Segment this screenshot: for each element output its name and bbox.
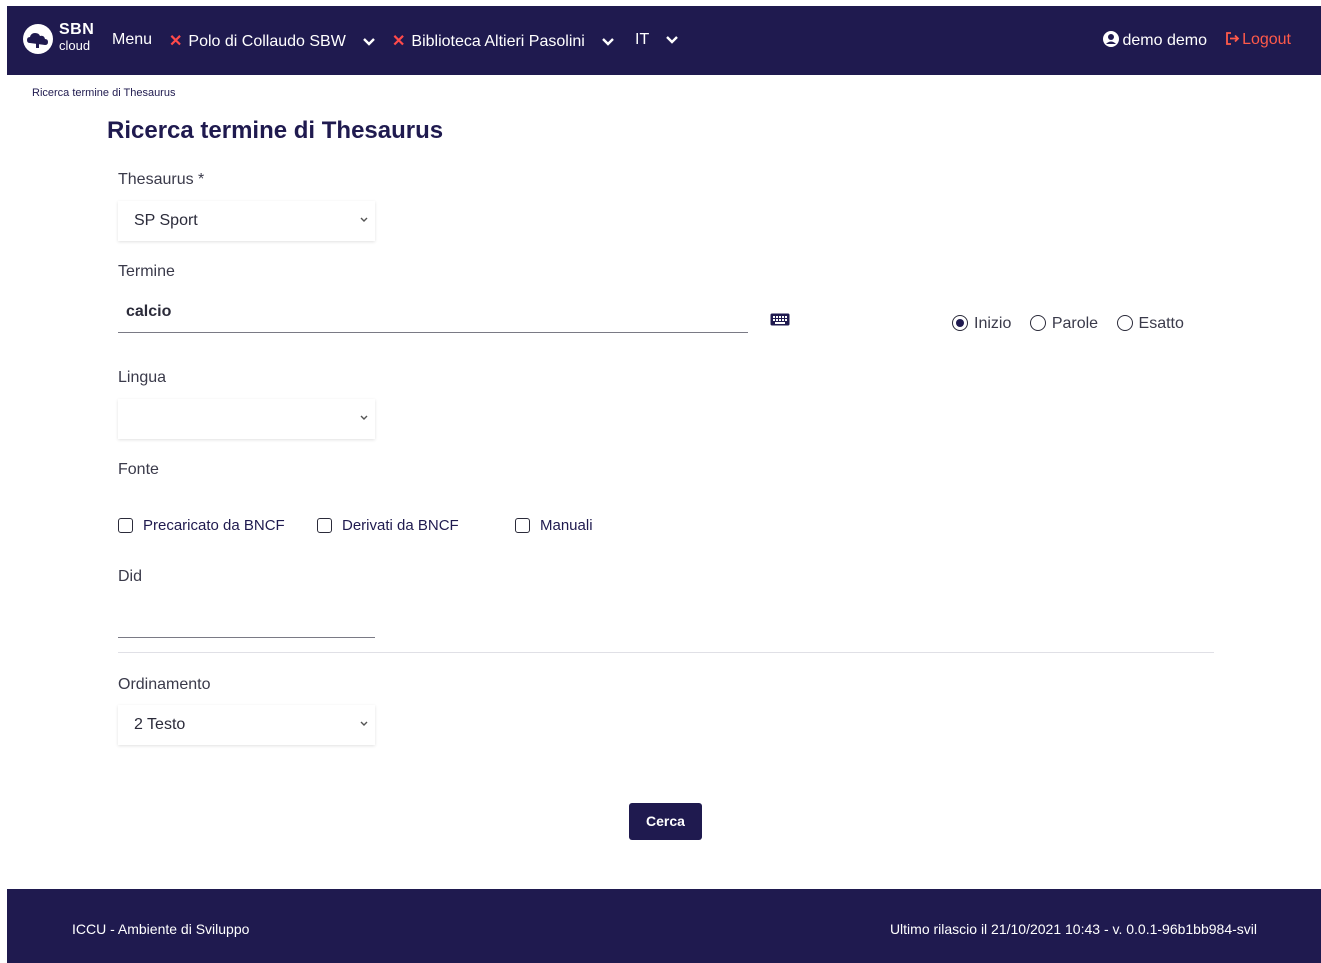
remove-biblioteca-icon[interactable]: ✕ xyxy=(392,33,405,50)
logout-button[interactable]: Logout xyxy=(1225,31,1291,49)
checkbox-derivati[interactable]: Derivati da BNCF xyxy=(317,517,459,534)
divider xyxy=(118,652,1214,653)
radio-inizio-label: Inizio xyxy=(974,315,1012,332)
language-label: IT xyxy=(635,31,649,48)
chevron-down-icon xyxy=(360,217,368,222)
logout-label: Logout xyxy=(1242,31,1291,48)
biblioteca-label: Biblioteca Altieri Pasolini xyxy=(411,33,585,50)
fonte-label: Fonte xyxy=(118,461,159,478)
menu-button[interactable]: Menu xyxy=(112,31,152,49)
radio-indicator xyxy=(1116,315,1133,331)
ordinamento-value: 2 Testo xyxy=(134,716,186,733)
match-mode-radio-group: Inizio Parole Esatto xyxy=(952,315,1198,333)
user-menu[interactable]: demo demo xyxy=(1102,31,1208,50)
polo-label: Polo di Collaudo SBW xyxy=(188,33,346,50)
lingua-select[interactable] xyxy=(118,399,375,439)
breadcrumb[interactable]: Ricerca termine di Thesaurus xyxy=(32,87,175,99)
radio-parole[interactable]: Parole xyxy=(1029,315,1099,333)
language-selector[interactable]: IT xyxy=(635,31,679,49)
logo-cloud-text: cloud xyxy=(59,38,91,53)
thesaurus-value: SP Sport xyxy=(134,212,198,229)
chevron-down-icon xyxy=(602,37,615,46)
checkbox-indicator xyxy=(515,518,530,533)
user-circle-icon xyxy=(1102,31,1119,47)
thesaurus-select[interactable]: SP Sport xyxy=(118,201,375,241)
radio-selected-indicator xyxy=(952,315,968,331)
radio-indicator xyxy=(1029,315,1046,331)
page-title: Ricerca termine di Thesaurus xyxy=(107,117,444,144)
footer-environment: ICCU - Ambiente di Sviluppo xyxy=(72,921,250,937)
user-name: demo demo xyxy=(1122,32,1208,49)
checkbox-derivati-label: Derivati da BNCF xyxy=(342,517,459,534)
footer: ICCU - Ambiente di Sviluppo Ultimo rilas… xyxy=(7,889,1321,963)
keyboard-icon[interactable] xyxy=(770,313,790,326)
checkbox-indicator xyxy=(118,518,133,533)
chevron-down-icon xyxy=(360,721,368,726)
termine-input[interactable]: calcio xyxy=(118,295,748,333)
remove-polo-icon[interactable]: ✕ xyxy=(169,33,182,50)
radio-esatto-label: Esatto xyxy=(1138,315,1184,332)
cloud-logo-icon xyxy=(23,24,53,54)
radio-parole-label: Parole xyxy=(1051,315,1099,332)
did-input[interactable] xyxy=(118,600,375,638)
ordinamento-select[interactable]: 2 Testo xyxy=(118,705,375,745)
checkbox-precaricato-label: Precaricato da BNCF xyxy=(143,517,285,534)
polo-selector[interactable]: ✕ Polo di Collaudo SBW xyxy=(169,31,376,51)
biblioteca-selector[interactable]: ✕ Biblioteca Altieri Pasolini xyxy=(392,31,615,51)
lingua-label: Lingua xyxy=(118,369,167,386)
did-label: Did xyxy=(118,568,143,585)
sbn-cloud-logo[interactable]: SBN cloud xyxy=(21,20,117,60)
termine-label: Termine xyxy=(118,263,175,280)
chevron-down-icon xyxy=(360,415,368,420)
cerca-button[interactable]: Cerca xyxy=(629,803,702,840)
chevron-down-icon xyxy=(363,37,376,46)
footer-release-info: Ultimo rilascio il 21/10/2021 10:43 - v.… xyxy=(889,921,1257,937)
top-navbar: SBN cloud Menu ✕ Polo di Collaudo SBW ✕ Bi… xyxy=(7,6,1321,75)
checkbox-manuali[interactable]: Manuali xyxy=(515,517,593,534)
checkbox-indicator xyxy=(317,518,332,533)
page: SBN cloud Menu ✕ Polo di Collaudo SBW ✕ Bi… xyxy=(7,6,1321,963)
checkbox-manuali-label: Manuali xyxy=(540,517,593,534)
ordinamento-label: Ordinamento xyxy=(118,676,211,693)
checkbox-precaricato[interactable]: Precaricato da BNCF xyxy=(118,517,285,534)
sign-out-icon xyxy=(1226,32,1240,45)
thesaurus-label: Thesaurus * xyxy=(118,171,205,188)
radio-inizio[interactable]: Inizio xyxy=(952,315,1011,333)
chevron-down-icon xyxy=(666,35,679,44)
logo-sbn-text: SBN xyxy=(59,21,95,38)
radio-esatto[interactable]: Esatto xyxy=(1116,315,1184,333)
termine-value: calcio xyxy=(126,303,172,320)
